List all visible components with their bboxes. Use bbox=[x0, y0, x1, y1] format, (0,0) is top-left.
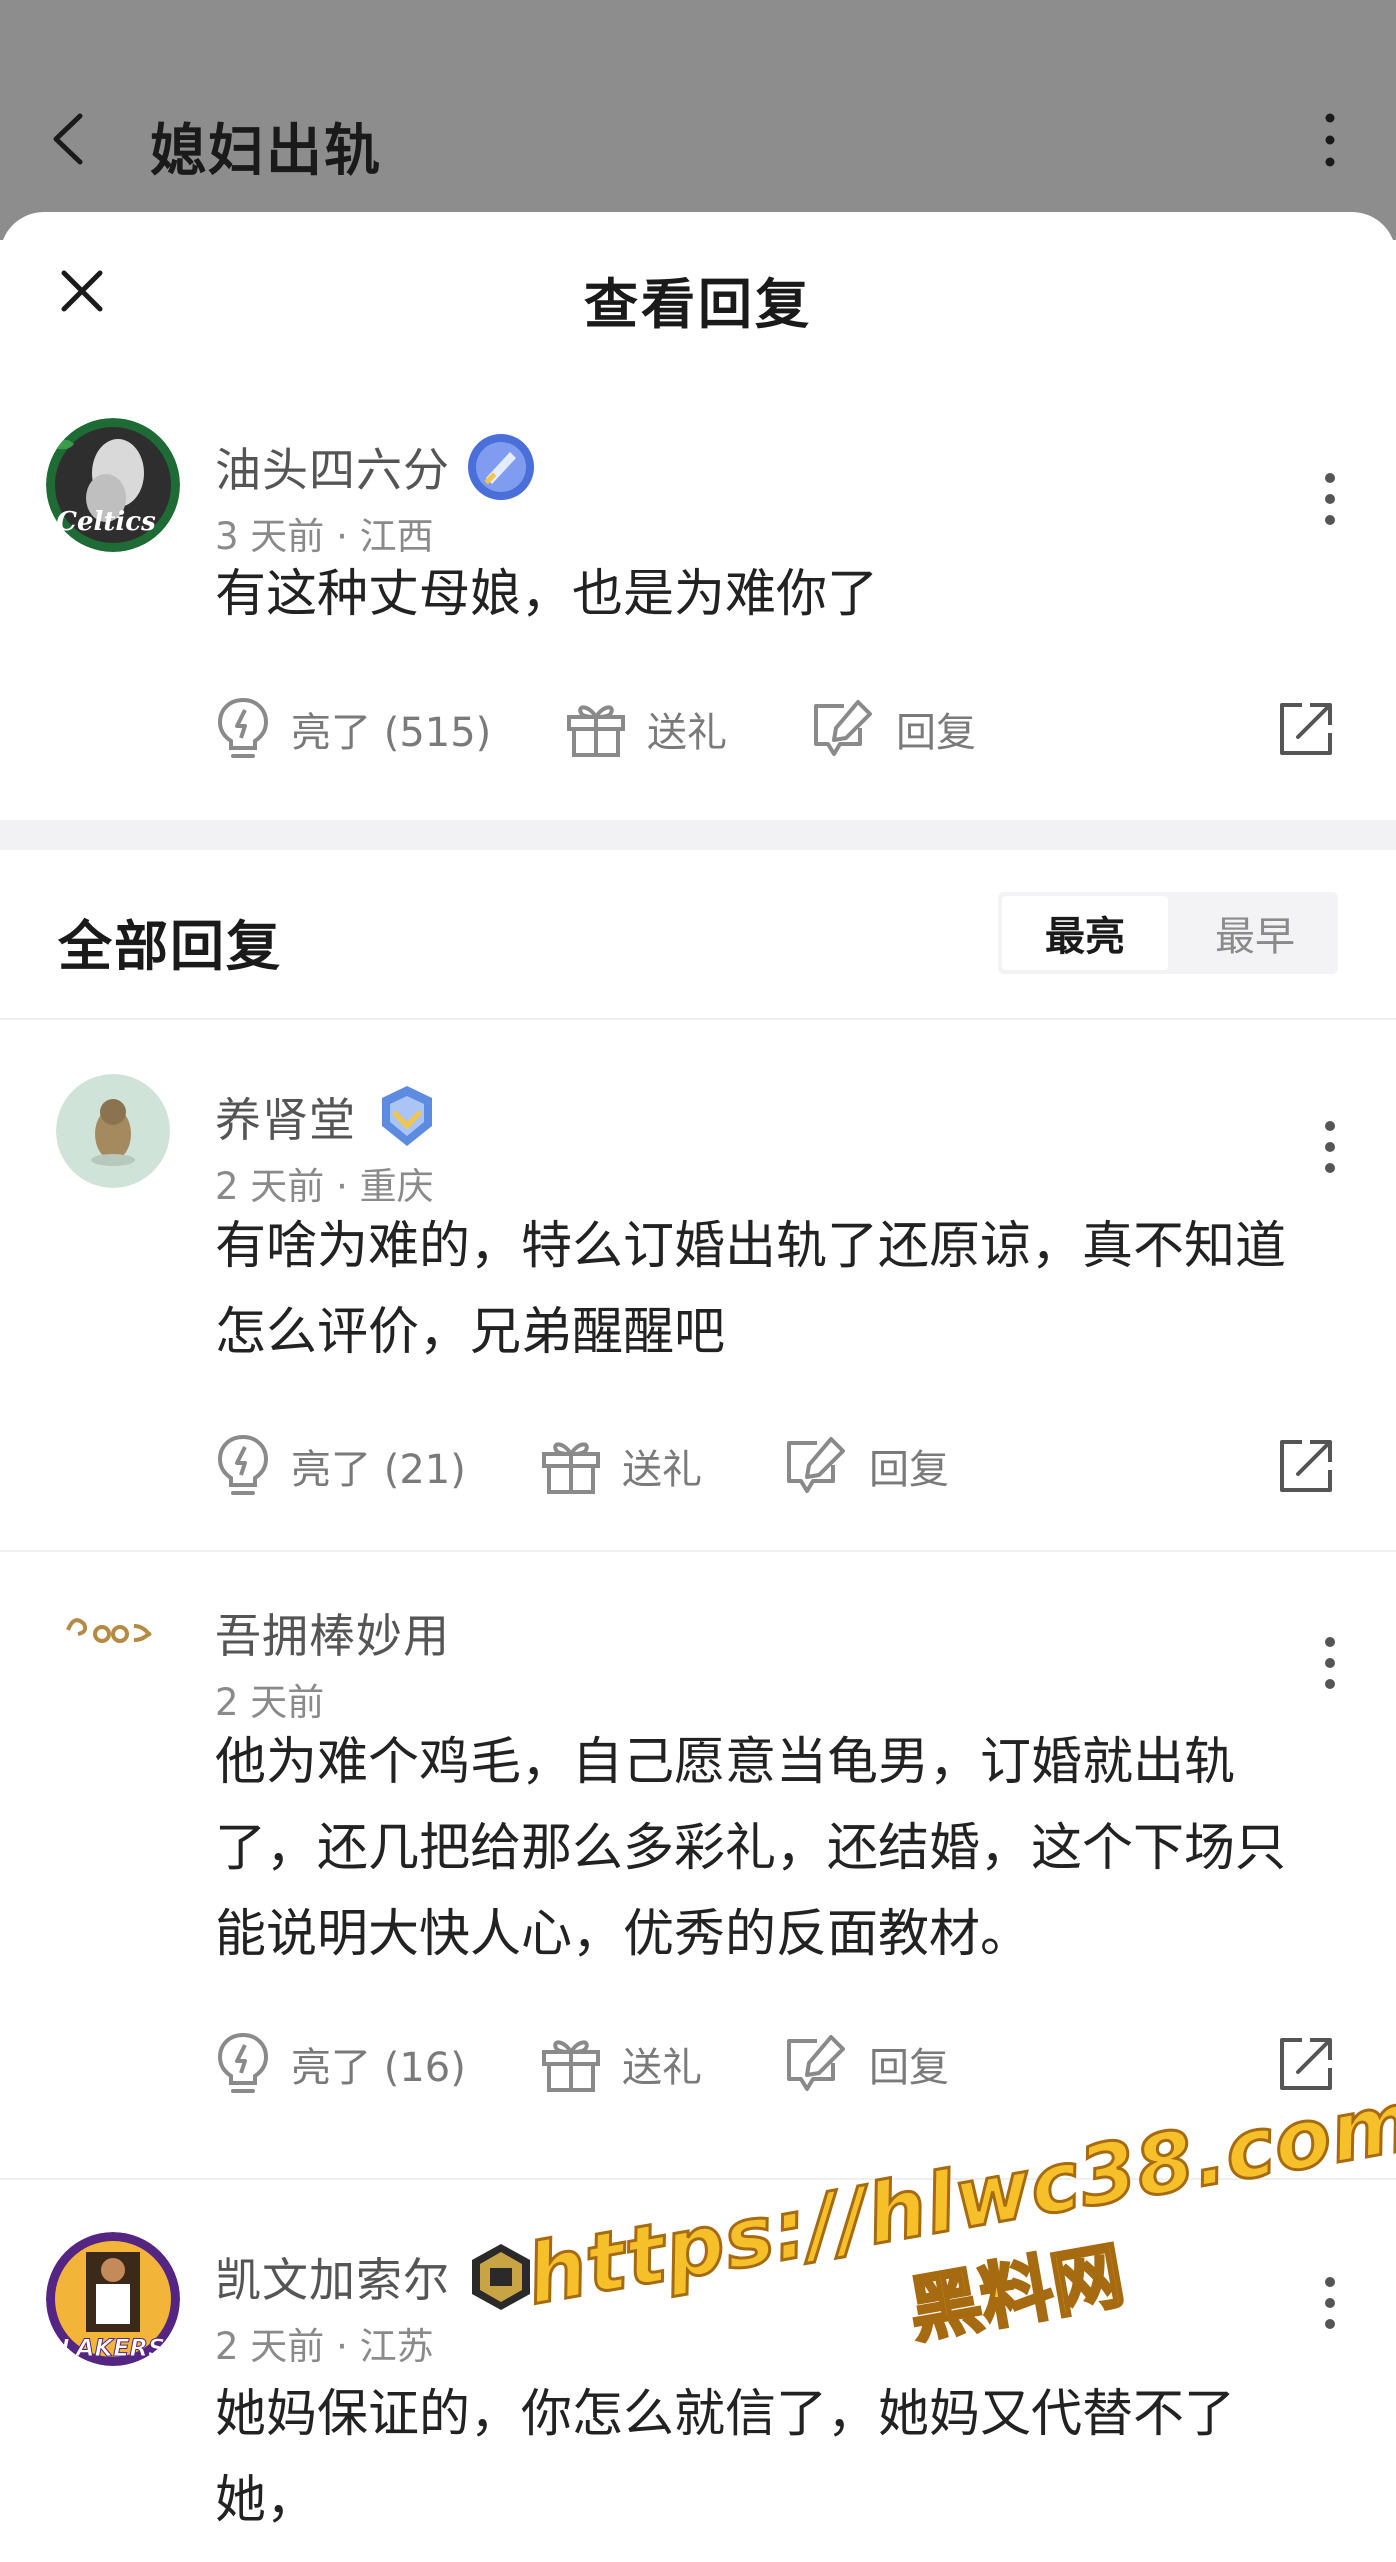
background-page: 媳妇出轨 bbox=[0, 0, 1396, 240]
gift-button[interactable]: 送礼 bbox=[540, 1426, 702, 1506]
edit-comment-icon bbox=[787, 1437, 845, 1493]
lightbulb-icon bbox=[217, 1434, 269, 1495]
more-vertical-icon[interactable] bbox=[1324, 1120, 1336, 1174]
gift-label: 送礼 bbox=[622, 2045, 702, 2091]
share-icon[interactable] bbox=[1276, 699, 1336, 759]
comment-text: 有啥为难的，特么订婚出轨了还原谅，真不知道怎么评价，兄弟醒醒吧 bbox=[215, 1217, 1287, 1362]
more-vertical-icon[interactable] bbox=[1324, 1636, 1336, 1690]
divider bbox=[0, 1550, 1396, 1552]
gift-icon bbox=[542, 1442, 600, 1494]
more-vertical-icon[interactable] bbox=[1324, 110, 1336, 170]
sort-earliest-button[interactable]: 最早 bbox=[1172, 892, 1338, 974]
lightbulb-icon bbox=[217, 697, 269, 758]
like-label: 亮了 (16) bbox=[291, 2045, 466, 2091]
gift-label: 送礼 bbox=[622, 1447, 702, 1493]
like-label: 亮了 (21) bbox=[291, 1447, 466, 1493]
edit-comment-icon bbox=[814, 700, 872, 756]
gift-icon bbox=[542, 2040, 600, 2092]
divider bbox=[0, 1018, 1396, 1020]
reply-button[interactable]: 回复 bbox=[783, 2024, 949, 2104]
gift-icon bbox=[567, 705, 625, 757]
level-badge-icon bbox=[382, 1086, 432, 1146]
username-row: 吾拥棒妙用 bbox=[215, 1600, 450, 1666]
level-badge-icon bbox=[472, 2244, 530, 2310]
like-button[interactable]: 亮了 (16) bbox=[215, 2024, 466, 2104]
username-row: 养肾堂 bbox=[215, 1082, 442, 1152]
avatar-text: LAKERS bbox=[61, 2334, 166, 2362]
comment-actions: 亮了 (515) 送礼 回复 bbox=[215, 689, 1336, 769]
username[interactable]: 养肾堂 bbox=[215, 1084, 356, 1150]
reply-label: 回复 bbox=[869, 2045, 949, 2091]
reply-label: 回复 bbox=[896, 710, 976, 756]
comment-text: 他为难个鸡毛，自己愿意当龟男，订婚就出轨了，还几把给那么多彩礼，还结婚，这个下场… bbox=[215, 1733, 1287, 1964]
username[interactable]: 吾拥棒妙用 bbox=[215, 1600, 450, 1666]
main-comment: Celtics 油头四六分 3 天前 · 江西 有这种丈母娘，也是为难你了 亮了… bbox=[0, 412, 1396, 832]
avatar-text: Celtics bbox=[56, 507, 156, 537]
time-location: 2 天前 · 重庆 bbox=[215, 1165, 434, 1208]
username[interactable]: 油头四六分 bbox=[215, 434, 450, 500]
time-location: 2 天前 bbox=[215, 1681, 325, 1724]
reply-label: 回复 bbox=[869, 1447, 949, 1493]
more-vertical-icon[interactable] bbox=[1324, 472, 1336, 526]
share-icon[interactable] bbox=[1276, 1436, 1336, 1496]
comment-actions: 亮了 (21) 送礼 回复 bbox=[215, 1426, 1336, 1506]
avatar[interactable]: LAKERS bbox=[46, 2232, 180, 2366]
comment-text: 有这种丈母娘，也是为难你了 bbox=[215, 565, 879, 624]
avatar[interactable] bbox=[56, 1074, 170, 1188]
sheet-title: 查看回复 bbox=[584, 273, 812, 336]
like-button[interactable]: 亮了 (515) bbox=[215, 689, 491, 769]
edit-comment-icon bbox=[787, 2035, 845, 2091]
background-page-title: 媳妇出轨 bbox=[150, 119, 382, 184]
avatar[interactable] bbox=[60, 1600, 160, 1660]
sort-hottest-button[interactable]: 最亮 bbox=[1002, 896, 1168, 970]
comment-actions: 亮了 (16) 送礼 回复 bbox=[215, 2024, 1336, 2104]
avatar[interactable]: Celtics bbox=[46, 418, 180, 552]
reply-sheet: 查看回复 Celtics 油头四六分 3 天前 · 江西 有这种丈母娘，也是为难… bbox=[0, 212, 1396, 2560]
time-location: 2 天前 · 江苏 bbox=[215, 2325, 434, 2368]
reply-button[interactable]: 回复 bbox=[810, 689, 976, 769]
divider bbox=[0, 2178, 1396, 2180]
username-row: 油头四六分 bbox=[215, 432, 536, 502]
gift-label: 送礼 bbox=[647, 710, 727, 756]
section-divider bbox=[0, 820, 1396, 850]
more-vertical-icon[interactable] bbox=[1324, 2276, 1336, 2330]
reply-button[interactable]: 回复 bbox=[783, 1426, 949, 1506]
comment-text: 她妈保证的，你怎么就信了，她妈又代替不了她， bbox=[215, 2385, 1236, 2530]
level-badge-icon bbox=[468, 434, 534, 500]
like-button[interactable]: 亮了 (21) bbox=[215, 1426, 466, 1506]
gift-button[interactable]: 送礼 bbox=[565, 689, 727, 769]
gift-button[interactable]: 送礼 bbox=[540, 2024, 702, 2104]
back-arrow-icon[interactable] bbox=[50, 112, 86, 166]
like-label: 亮了 (515) bbox=[291, 710, 492, 756]
sheet-header: 查看回复 bbox=[0, 212, 1396, 377]
share-icon[interactable] bbox=[1276, 2034, 1336, 2094]
username[interactable]: 凯文加索尔 bbox=[215, 2244, 450, 2310]
background-header: 媳妇出轨 bbox=[0, 70, 1396, 210]
reply-item: LAKERS 凯文加索尔 2 天前 · 江苏 她妈保证的，你怎么就信了，她妈又代… bbox=[0, 2222, 1396, 2562]
username-row: 凯文加索尔 bbox=[215, 2242, 536, 2312]
section-title: 全部回复 bbox=[58, 915, 282, 978]
sort-toggle: 最亮 最早 bbox=[998, 892, 1338, 974]
lightbulb-icon bbox=[217, 2032, 269, 2093]
